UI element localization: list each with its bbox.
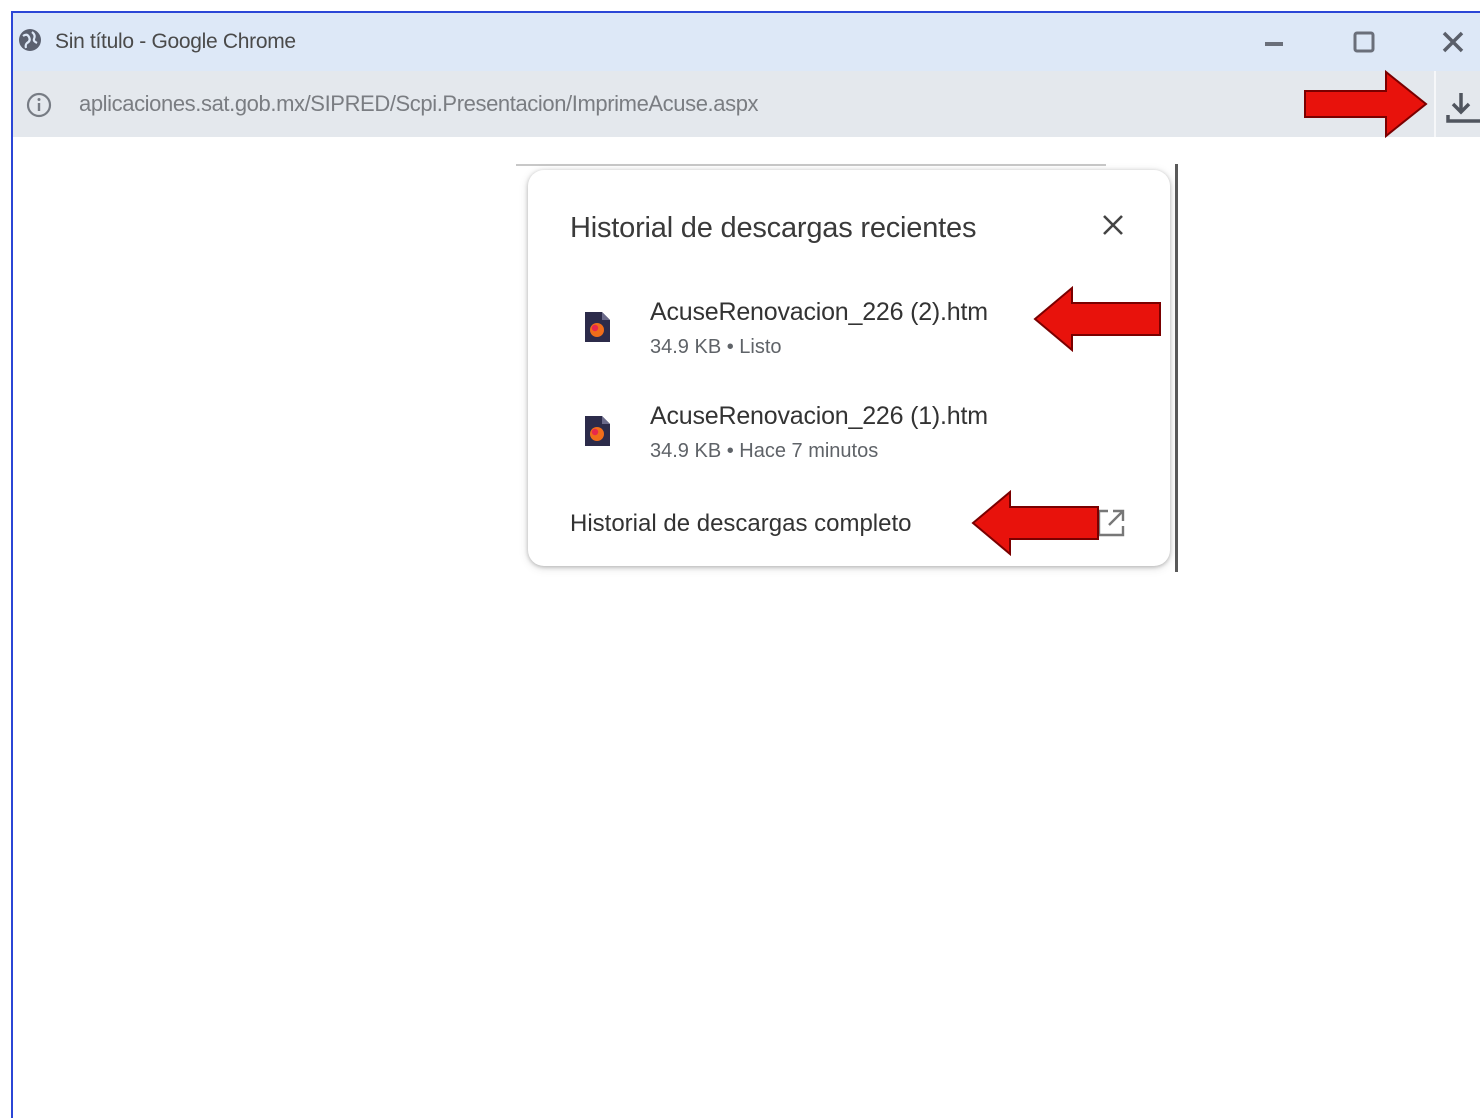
open-in-new-icon[interactable]	[1094, 506, 1128, 540]
html-file-icon	[585, 416, 610, 446]
url-text[interactable]: aplicaciones.sat.gob.mx/SIPRED/Scpi.Pres…	[79, 91, 759, 117]
download-item[interactable]: AcuseRenovacion_226 (2).htm 34.9 KB • Li…	[568, 298, 1128, 378]
download-filename: AcuseRenovacion_226 (2).htm	[650, 298, 988, 326]
minimize-icon	[1265, 42, 1283, 46]
close-icon	[1442, 31, 1464, 53]
maximize-icon	[1353, 31, 1375, 53]
download-status: 34.9 KB • Listo	[650, 336, 782, 358]
info-icon[interactable]	[25, 91, 53, 119]
address-bar: aplicaciones.sat.gob.mx/SIPRED/Scpi.Pres…	[13, 71, 1480, 137]
toolbar-separator	[1434, 71, 1436, 137]
window-title: Sin título - Google Chrome	[55, 30, 296, 53]
close-window-button[interactable]	[1435, 25, 1471, 59]
downloads-bubble: Historial de descargas recientes AcuseRe…	[528, 170, 1170, 566]
html-file-icon	[585, 312, 610, 342]
full-history-link[interactable]: Historial de descargas completo	[570, 510, 912, 538]
minimize-button[interactable]	[1256, 25, 1292, 59]
download-status: 34.9 KB • Hace 7 minutos	[650, 440, 879, 462]
download-item[interactable]: AcuseRenovacion_226 (1).htm 34.9 KB • Ha…	[568, 402, 1128, 482]
close-icon[interactable]	[1098, 210, 1128, 240]
download-icon[interactable]	[1441, 87, 1480, 127]
globe-icon	[19, 29, 41, 51]
popup-title: Historial de descargas recientes	[570, 212, 977, 244]
maximize-button[interactable]	[1346, 25, 1382, 59]
title-bar: Sin título - Google Chrome	[13, 13, 1480, 71]
download-filename: AcuseRenovacion_226 (1).htm	[650, 402, 988, 430]
